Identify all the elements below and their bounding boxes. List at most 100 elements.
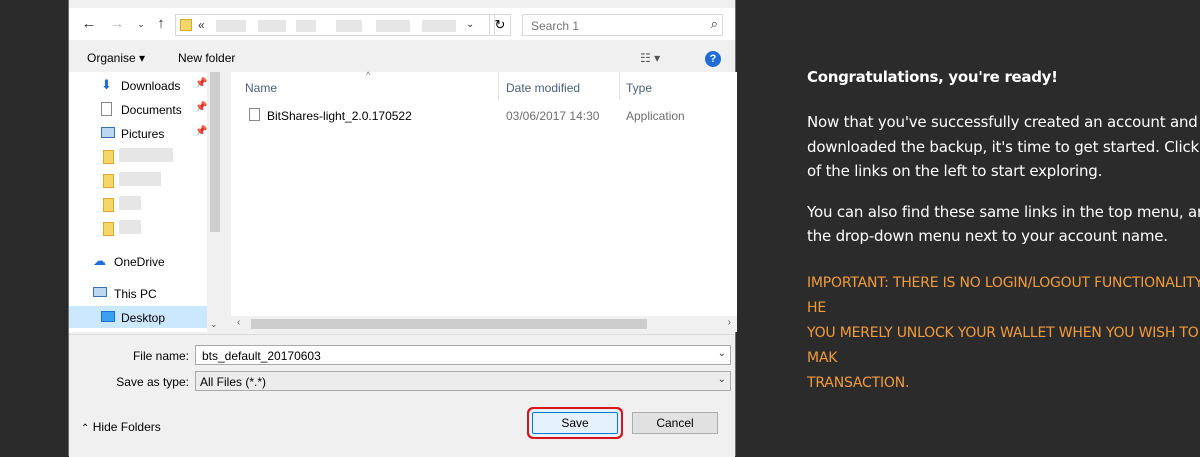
- welcome-p1-line1: Now that you've successfully created an …: [807, 113, 1198, 131]
- welcome-p2-line2: the drop-down menu next to your account …: [807, 227, 1168, 245]
- welcome-p1-line3: of the links on the left to start explor…: [807, 162, 1103, 180]
- folder-icon: [103, 174, 114, 188]
- nav-item-label: Pictures: [121, 127, 165, 141]
- file-name-input[interactable]: [200, 348, 704, 364]
- this-pc-icon: [93, 287, 107, 297]
- nav-item-this-pc[interactable]: This PC: [69, 282, 223, 304]
- save-button[interactable]: Save: [532, 412, 618, 434]
- refresh-icon[interactable]: ↻: [489, 14, 511, 36]
- nav-item-folder[interactable]: [69, 194, 223, 216]
- folder-icon: [103, 198, 114, 212]
- nav-item-onedrive[interactable]: ☁ OneDrive: [69, 250, 223, 272]
- welcome-paragraph-2: You can also find these same links in th…: [807, 200, 1200, 249]
- welcome-panel: Congratulations, you're ready! Now that …: [807, 68, 1200, 407]
- downloads-icon: ⬇: [101, 77, 112, 92]
- nav-item-folder[interactable]: [69, 170, 223, 192]
- nav-item-folder[interactable]: [69, 218, 223, 240]
- scrollbar-thumb[interactable]: [210, 72, 220, 232]
- file-date: 03/06/2017 14:30: [506, 109, 600, 123]
- up-arrow-icon[interactable]: ↑: [153, 16, 169, 32]
- column-header-type[interactable]: Type: [626, 81, 652, 95]
- redacted-path-segment: [296, 20, 316, 32]
- nav-item-downloads[interactable]: ⬇ Downloads 📌: [69, 74, 223, 96]
- desktop-icon: [101, 311, 115, 322]
- column-header-name[interactable]: Name: [245, 81, 277, 95]
- folder-icon: [103, 150, 114, 164]
- search-box[interactable]: ⌕: [522, 14, 723, 36]
- pin-icon[interactable]: 📌: [195, 126, 207, 137]
- address-bar[interactable]: « ⌄: [175, 14, 495, 36]
- search-input[interactable]: [529, 18, 703, 34]
- welcome-paragraph-1: Now that you've successfully created an …: [807, 110, 1200, 184]
- save-as-dialog: ← → ⌄ ↑ « ⌄ ↻ ⌕ Organise ▾ New folder ☷ …: [68, 0, 737, 457]
- organise-menu[interactable]: Organise ▾: [87, 51, 145, 65]
- pin-icon[interactable]: 📌: [195, 78, 207, 89]
- left-background: [0, 0, 68, 456]
- column-header-date[interactable]: Date modified: [506, 81, 580, 95]
- welcome-title: Congratulations, you're ready!: [807, 68, 1058, 86]
- navigation-scrollbar[interactable]: ⌄: [207, 72, 223, 332]
- save-type-select[interactable]: All Files (*.*) ⌄: [195, 371, 731, 391]
- nav-item-label: Documents: [121, 103, 182, 117]
- file-name-label: File name:: [132, 349, 189, 363]
- welcome-p1-line2: downloaded the backup, it's time to get …: [807, 137, 1200, 156]
- navigation-pane: ⬇ Downloads 📌 Documents 📌 Pictures 📌 ☁ O…: [69, 72, 223, 332]
- search-icon[interactable]: ⌕: [711, 16, 718, 32]
- chevron-down-icon[interactable]: ⌄: [718, 348, 726, 359]
- chevron-up-icon: ⌃: [81, 423, 90, 434]
- welcome-p2-line1: You can also find these same links in th…: [807, 202, 1200, 221]
- redacted-path-segment: [422, 20, 456, 32]
- pin-icon[interactable]: 📌: [195, 102, 207, 113]
- nav-item-folder[interactable]: [69, 146, 223, 168]
- address-dropdown-icon[interactable]: ⌄: [466, 19, 474, 30]
- column-divider[interactable]: [619, 72, 620, 100]
- hide-folders-toggle[interactable]: ⌃ Hide Folders: [81, 420, 161, 434]
- hide-folders-label: Hide Folders: [92, 420, 161, 434]
- onedrive-icon: ☁: [93, 253, 106, 268]
- address-chevron[interactable]: «: [198, 18, 205, 32]
- documents-icon: [101, 102, 112, 116]
- redacted-folder-name: [119, 172, 161, 186]
- redacted-path-segment: [376, 20, 410, 32]
- redacted-folder-name: [119, 148, 173, 162]
- horizontal-scrollbar[interactable]: ‹ ›: [231, 316, 737, 332]
- application-file-icon: [249, 108, 260, 121]
- scroll-left-icon[interactable]: ‹: [237, 317, 240, 328]
- navigation-bar: ← → ⌄ ↑ « ⌄ ↻ ⌕: [69, 8, 735, 40]
- column-divider[interactable]: [498, 72, 499, 100]
- nav-item-label: OneDrive: [114, 255, 165, 269]
- nav-item-label: This PC: [114, 287, 157, 301]
- pictures-icon: [101, 127, 115, 138]
- forward-arrow-icon[interactable]: →: [109, 16, 125, 32]
- sort-ascending-icon: ^: [366, 70, 371, 80]
- redacted-folder-name: [119, 220, 141, 234]
- scroll-down-icon[interactable]: ⌄: [210, 319, 218, 330]
- toolbar: Organise ▾ New folder ☷ ▾ ?: [69, 44, 735, 72]
- recent-locations-chevron-icon[interactable]: ⌄: [133, 16, 149, 32]
- file-name: BitShares-light_2.0.170522: [267, 109, 412, 123]
- scrollbar-thumb[interactable]: [251, 319, 647, 329]
- redacted-path-segment: [258, 20, 286, 32]
- scroll-right-icon[interactable]: ›: [728, 317, 731, 328]
- file-name-field[interactable]: ⌄: [195, 345, 731, 365]
- folder-icon: [103, 222, 114, 236]
- save-options-area: File name: ⌄ Save as type: All Files (*.…: [69, 334, 735, 457]
- important-line1: IMPORTANT: THERE IS NO LOGIN/LOGOUT FUNC…: [807, 274, 1200, 316]
- important-notice: IMPORTANT: THERE IS NO LOGIN/LOGOUT FUNC…: [807, 271, 1200, 396]
- file-row[interactable]: BitShares-light_2.0.170522 03/06/2017 14…: [231, 104, 737, 126]
- redacted-folder-name: [119, 196, 141, 210]
- new-folder-button[interactable]: New folder: [178, 51, 235, 65]
- save-type-label: Save as type:: [116, 375, 189, 389]
- chevron-down-icon[interactable]: ⌄: [718, 374, 726, 385]
- view-icon[interactable]: ☷ ▾: [640, 51, 660, 65]
- nav-item-label: Desktop: [121, 311, 166, 325]
- nav-item-desktop[interactable]: Desktop: [69, 306, 223, 328]
- nav-item-documents[interactable]: Documents 📌: [69, 98, 223, 120]
- nav-item-label: Downloads: [121, 79, 181, 93]
- back-arrow-icon[interactable]: ←: [81, 16, 97, 32]
- cancel-button[interactable]: Cancel: [632, 412, 718, 434]
- file-type: Application: [626, 109, 685, 123]
- nav-item-pictures[interactable]: Pictures 📌: [69, 122, 223, 144]
- help-icon[interactable]: ?: [705, 51, 721, 67]
- save-type-value: All Files (*.*): [200, 375, 267, 389]
